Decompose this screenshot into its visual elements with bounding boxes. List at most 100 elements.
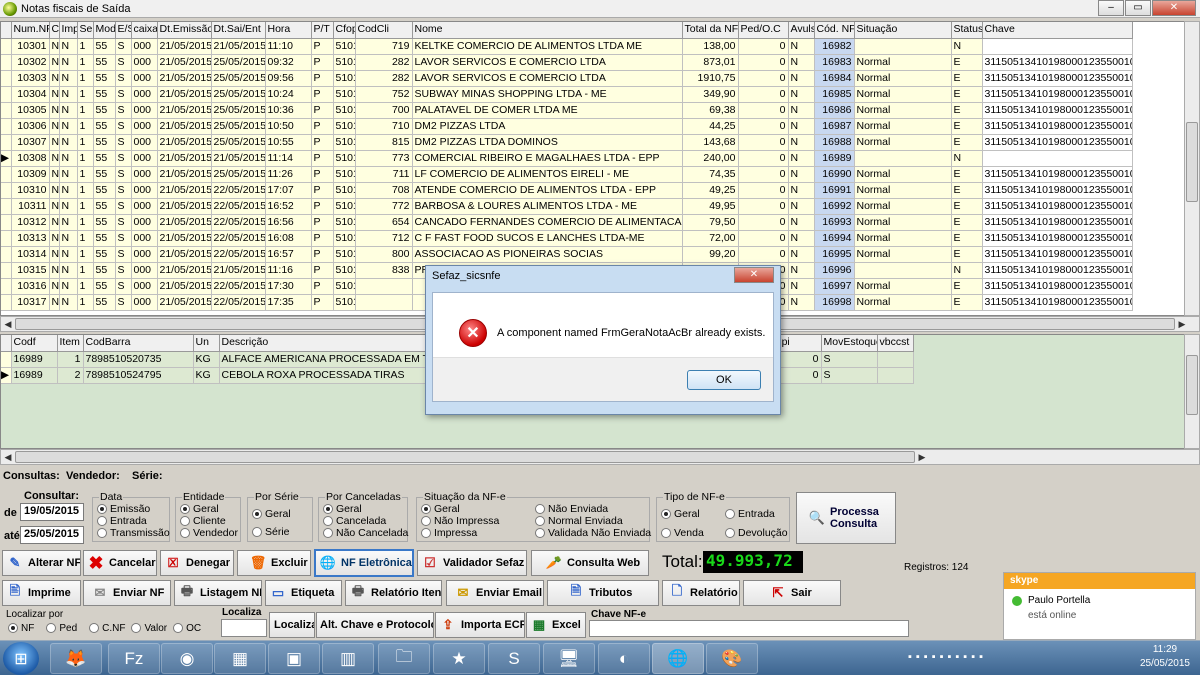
filezilla-icon[interactable]: Fz — [108, 643, 160, 674]
alt-chave-button[interactable]: Alt. Chave e Protocolo — [316, 612, 434, 638]
browser-app-icon[interactable]: ◐ — [598, 643, 650, 674]
table-row[interactable]: 10307 N N 1 55 S 000 21/05/2015 25/05/2015 10:55 P… — [1, 134, 1133, 151]
scroll-thumb[interactable] — [15, 451, 915, 463]
radio-emissao[interactable]: Emissão — [97, 503, 169, 515]
chave-nfe-input[interactable] — [589, 620, 909, 637]
processa-consulta-button[interactable]: 🔍 Processa Consulta — [796, 492, 896, 544]
paint-icon[interactable]: 🎨 — [706, 643, 758, 674]
scroll-thumb[interactable] — [1186, 355, 1198, 415]
importa-ecf-button[interactable]: ⇪ Importa ECF — [435, 612, 525, 638]
column-header[interactable]: P/T — [311, 22, 334, 39]
enviar-nf-button[interactable]: ✉ Enviar NF — [83, 580, 171, 606]
listagem-nf-button[interactable]: 🖶 Listagem NF — [174, 580, 262, 606]
close-button[interactable]: ✕ — [1152, 0, 1196, 16]
column-header[interactable]: Cfop — [333, 22, 356, 39]
scroll-thumb[interactable] — [1186, 122, 1198, 202]
system-tray-icons[interactable]: ▪▪▪▪▪▪▪▪▪▪ — [908, 651, 987, 663]
clock[interactable]: 11:29 25/05/2015 — [1140, 643, 1190, 671]
radio-tipo-geral[interactable]: Geral — [661, 508, 704, 520]
radio-cancelada[interactable]: Cancelada — [323, 515, 407, 527]
scroll-right-icon[interactable]: ▶ — [915, 452, 929, 463]
column-header[interactable]: Dt.Emissão — [157, 22, 212, 39]
column-header[interactable]: Nome — [412, 22, 683, 39]
table-row[interactable]: 10312 N N 1 55 S 000 21/05/2015 22/05/2015 16:56 P… — [1, 214, 1133, 231]
radio-nao-impressa[interactable]: Não Impressa — [421, 515, 499, 527]
scroll-left-icon[interactable]: ◀ — [1, 319, 15, 330]
radio-normal-enviada[interactable]: Normal Enviada — [535, 515, 651, 527]
column-header[interactable]: Un — [193, 335, 220, 352]
column-header[interactable]: MovEstoque — [821, 335, 878, 352]
consulta-web-button[interactable]: 🥕 Consulta Web — [531, 550, 649, 576]
folder-icon[interactable]: 🗀 — [378, 643, 430, 674]
skype-app-icon[interactable]: S — [488, 643, 540, 674]
firefox-icon[interactable]: 🦊 — [50, 643, 102, 674]
radio-loc-oc[interactable]: OC — [173, 622, 201, 634]
sefaz-app-icon[interactable]: 🌐 — [652, 643, 704, 674]
radio-transmissao[interactable]: Transmissão — [97, 527, 170, 539]
items-grid-hscroll[interactable]: ◀ ▶ — [0, 449, 1200, 465]
table-row[interactable]: ▶ 10308 N N 1 55 S 000 21/05/2015 21/05/2015 11:14… — [1, 150, 1133, 167]
column-header[interactable]: Status — [951, 22, 983, 39]
enviar-email-button[interactable]: ✉ Enviar Email — [446, 580, 544, 606]
imprime-button[interactable]: 🖹 Imprime — [2, 580, 81, 606]
column-header[interactable]: Mod — [93, 22, 116, 39]
radio-entrada[interactable]: Entrada — [97, 515, 169, 527]
monitor-icon[interactable]: 🖥 — [543, 643, 595, 674]
app-window-icon[interactable]: ▣ — [268, 643, 320, 674]
ok-button[interactable]: OK — [687, 370, 761, 390]
column-header[interactable]: Avulsa — [788, 22, 815, 39]
column-header[interactable]: CodCli — [355, 22, 413, 39]
radio-tipo-entrada[interactable]: Entrada — [725, 508, 788, 520]
column-header[interactable]: Chave — [982, 22, 1133, 39]
table-row[interactable]: 10313 N N 1 55 S 000 21/05/2015 22/05/2015 16:08 P… — [1, 230, 1133, 247]
date-to-input[interactable]: 25/05/2015 — [20, 526, 84, 544]
radio-nao-enviada[interactable]: Não Enviada — [535, 503, 651, 515]
table-row[interactable]: 10310 N N 1 55 S 000 21/05/2015 22/05/2015 17:07 P… — [1, 182, 1133, 199]
relatorio-button[interactable]: 🗋 Relatório — [662, 580, 740, 606]
localiza-button[interactable]: Localiza — [269, 612, 315, 638]
radio-sit-geral[interactable]: Geral — [421, 503, 499, 515]
radio-serie[interactable]: Série — [252, 526, 312, 538]
column-header[interactable]: Cód. NF — [814, 22, 855, 39]
radio-serie-geral[interactable]: Geral — [252, 508, 312, 520]
table-row[interactable]: 10311 N N 1 55 S 000 21/05/2015 22/05/2015 16:52 P… — [1, 198, 1133, 215]
column-header[interactable]: Dt.Sai/Ent — [211, 22, 266, 39]
scroll-right-icon[interactable]: ▶ — [1175, 319, 1189, 330]
radio-impressa[interactable]: Impressa — [421, 527, 499, 539]
radio-loc-nf[interactable]: NF — [8, 622, 34, 634]
relatorio-itens-button[interactable]: 🖶 Relatório Itens — [345, 580, 442, 606]
column-header[interactable]: Hora — [265, 22, 312, 39]
tributos-button[interactable]: 🗎 Tributos — [547, 580, 659, 606]
column-header[interactable]: E/S — [115, 22, 132, 39]
table-row[interactable]: 10303 N N 1 55 S 000 21/05/2015 25/05/2015 09:56 P… — [1, 70, 1133, 87]
column-header[interactable]: caixa — [131, 22, 158, 39]
chrome-icon[interactable]: ◉ — [161, 643, 213, 674]
column-header[interactable]: Codf — [11, 335, 58, 352]
column-header[interactable]: Item — [57, 335, 84, 352]
column-header[interactable]: Total da NF — [682, 22, 739, 39]
column-header[interactable]: Ped/O.C — [738, 22, 789, 39]
table-row[interactable]: 10304 N N 1 55 S 000 21/05/2015 25/05/2015 10:24 P… — [1, 86, 1133, 103]
validador-sefaz-button[interactable]: ☑ Validador Sefaz — [417, 550, 527, 576]
etiqueta-button[interactable]: ▭ Etiqueta — [265, 580, 342, 606]
column-header[interactable]: Imp — [59, 22, 78, 39]
radio-nao-cancelada[interactable]: Não Cancelada — [323, 527, 408, 539]
radio-vendedor[interactable]: Vendedor — [180, 527, 240, 539]
radio-loc-cnf[interactable]: C.NF — [89, 622, 125, 634]
radio-validada-nao-enviada[interactable]: Validada Não Enviada — [535, 527, 651, 539]
radio-loc-ped[interactable]: Ped — [46, 622, 77, 634]
star-app-icon[interactable]: ★ — [433, 643, 485, 674]
maximize-button[interactable]: ▭ — [1125, 0, 1151, 16]
column-header[interactable]: Serie — [77, 22, 94, 39]
radio-cliente[interactable]: Cliente — [180, 515, 240, 527]
table-row[interactable]: 10301 N N 1 55 S 000 21/05/2015 21/05/2015 11:10 P… — [1, 38, 1133, 55]
skype-notification[interactable]: skype Paulo Portella está online — [1003, 572, 1196, 640]
excel-app-icon[interactable]: ▦ — [214, 643, 266, 674]
date-from-input[interactable]: 19/05/2015 — [20, 503, 84, 521]
nf-grid-vscroll[interactable] — [1184, 21, 1200, 316]
winrar-icon[interactable]: ▥ — [322, 643, 374, 674]
column-header[interactable]: Situação — [854, 22, 952, 39]
excluir-button[interactable]: 🗑 Excluir — [237, 550, 311, 576]
radio-canc-geral[interactable]: Geral — [323, 503, 407, 515]
localiza-input[interactable] — [221, 619, 267, 637]
